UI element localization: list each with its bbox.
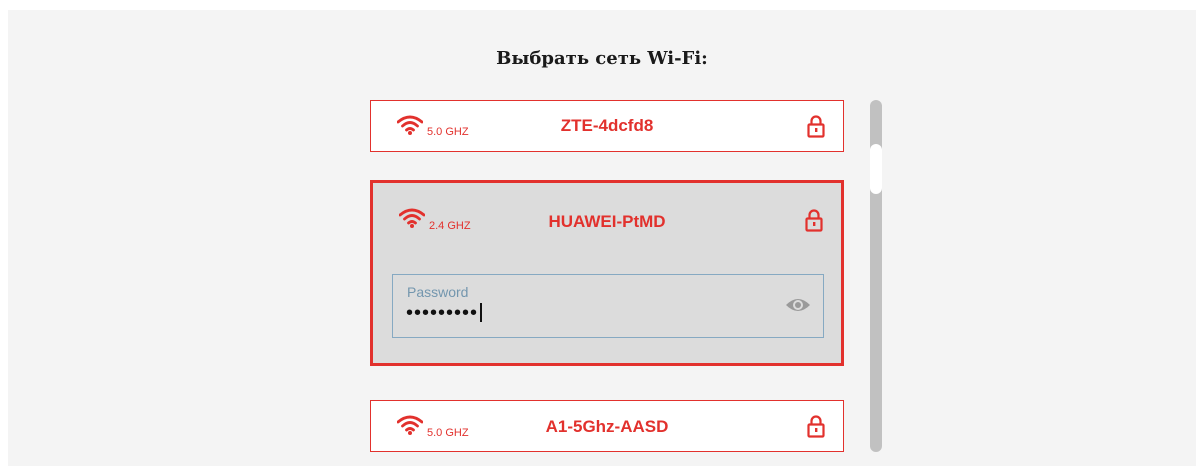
network-name: A1-5Ghz-AASD [545, 417, 669, 436]
password-field[interactable]: Password ••••••••• [392, 274, 824, 338]
lock-icon [807, 415, 825, 438]
lock-icon [807, 115, 825, 138]
scrollbar-track[interactable] [870, 100, 882, 452]
password-label: Password [407, 284, 469, 300]
network-name: ZTE-4dcfd8 [560, 116, 654, 135]
lock-icon [805, 209, 823, 232]
network-item-huawei[interactable]: 2.4 GHZ HUAWEI-PtMD Password ••••••••• [370, 180, 844, 366]
wifi-selection-panel: Выбрать сеть Wi-Fi: 5.0 GHZ ZTE-4dcfd8 2… [8, 10, 1196, 466]
password-masked-value: ••••••••• [406, 302, 479, 324]
network-item-a1[interactable]: 5.0 GHZ A1-5Ghz-AASD [370, 400, 844, 452]
text-caret [480, 303, 482, 322]
eye-icon[interactable] [785, 294, 811, 316]
page-title: Выбрать сеть Wi-Fi: [496, 48, 708, 69]
scrollbar-thumb[interactable] [870, 144, 882, 194]
network-name: HUAWEI-PtMD [548, 212, 666, 231]
password-input[interactable]: ••••••••• [406, 302, 482, 325]
network-item-zte[interactable]: 5.0 GHZ ZTE-4dcfd8 [370, 100, 844, 152]
